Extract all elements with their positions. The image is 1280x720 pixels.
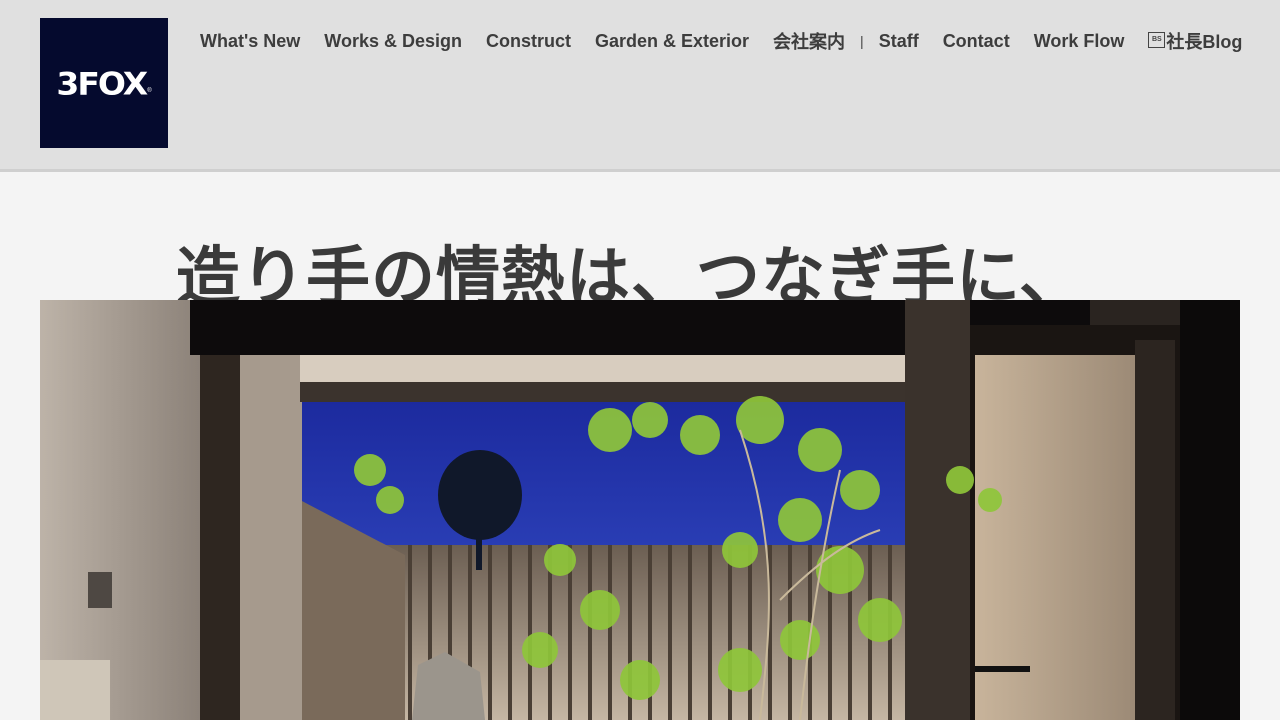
nav-item-construct[interactable]: Construct [474,31,583,52]
brand-logo[interactable]: 3FOX ® [40,18,168,148]
nav-item-work-flow[interactable]: Work Flow [1022,31,1137,52]
logo-registered-mark: ® [147,88,152,94]
site-header: 3FOX ® What's New Works & Design Construc… [0,0,1280,172]
nav-item-staff[interactable]: Staff [867,31,931,52]
nav-item-garden-exterior[interactable]: Garden & Exterior [583,31,761,52]
nav-item-company[interactable]: 会社案内 [761,28,857,54]
hero-photo [40,300,1240,720]
hero-garden-illustration [40,300,1240,720]
main-nav: What's New Works & Design Construct Gard… [188,28,1254,54]
nav-item-whats-new[interactable]: What's New [188,31,312,52]
nav-item-president-blog[interactable]: BS 社長Blog [1136,28,1254,54]
nav-item-contact[interactable]: Contact [931,31,1022,52]
blog-icon: BS [1148,32,1166,48]
nav-item-president-blog-label: 社長Blog [1166,32,1243,52]
nav-item-works-design[interactable]: Works & Design [312,31,474,52]
logo-text: 3FOX [56,64,148,102]
nav-separator: | [860,33,864,49]
